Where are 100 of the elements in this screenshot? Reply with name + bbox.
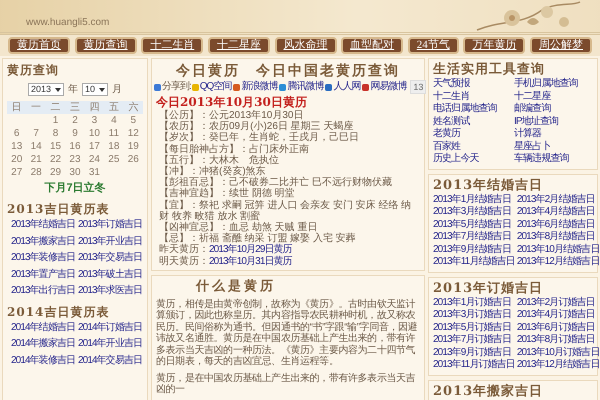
calendar-link[interactable]: 2014年结婚吉日: [11, 320, 76, 336]
calendar-day[interactable]: 24: [84, 153, 104, 166]
calendar-day[interactable]: 20: [7, 153, 26, 166]
calendar-day[interactable]: 17: [84, 140, 104, 153]
nav-button[interactable]: 风水命理: [274, 37, 336, 54]
tool-link[interactable]: 十二生肖: [433, 90, 512, 103]
date-link[interactable]: 2013年7月结婚吉日: [433, 231, 515, 244]
date-link[interactable]: 2013年12月结婚吉日: [516, 256, 600, 268]
calendar-day[interactable]: 15: [46, 140, 66, 153]
calendar-day[interactable]: 2: [65, 114, 85, 127]
date-link[interactable]: 2013年10月结婚吉日: [516, 244, 600, 256]
calendar-link[interactable]: 2014年搬家吉日: [11, 336, 76, 352]
tool-link[interactable]: 老黄历: [433, 128, 512, 140]
calendar-day[interactable]: 16: [65, 140, 85, 153]
calendar-day[interactable]: 30: [65, 166, 85, 179]
year-select[interactable]: 2013: [28, 83, 64, 96]
tool-link[interactable]: IP地址查询: [514, 116, 593, 128]
date-link[interactable]: 2013年3月订婚吉日: [433, 309, 515, 322]
tool-link[interactable]: 百家姓: [433, 140, 512, 153]
calendar-day[interactable]: 1: [46, 114, 66, 127]
date-link[interactable]: 2013年4月订婚吉日: [516, 309, 600, 322]
nav-button[interactable]: 万年黄历: [463, 37, 526, 54]
tool-link[interactable]: 星座占卜: [514, 140, 593, 153]
calendar-link[interactable]: 2014年装修吉日: [11, 352, 76, 369]
calendar-day[interactable]: 11: [104, 127, 124, 140]
date-link[interactable]: 2013年2月订婚吉日: [516, 296, 600, 309]
day-link[interactable]: 2013年10月29日黄历: [209, 244, 292, 256]
calendar-link[interactable]: 2013年订婚吉日: [78, 217, 143, 234]
nav-button[interactable]: 24节气: [408, 37, 459, 54]
date-link[interactable]: 2013年6月订婚吉日: [516, 322, 600, 334]
date-link[interactable]: 2013年4月结婚吉日: [516, 206, 600, 218]
nav-button[interactable]: 周公解梦: [530, 37, 592, 54]
tool-link[interactable]: 历史上今天: [433, 153, 512, 166]
date-link[interactable]: 2013年11月订婚吉日: [433, 359, 515, 372]
date-link[interactable]: 2013年12月结婚吉日: [516, 359, 600, 372]
calendar-link[interactable]: 2014年开业吉日: [78, 336, 143, 352]
tool-link[interactable]: 车辆违规查询: [514, 153, 593, 166]
day-link[interactable]: 2013年10月31日黄历: [209, 256, 292, 267]
tool-link[interactable]: 手机归属地查询: [514, 78, 593, 90]
calendar-day[interactable]: 12: [124, 127, 143, 140]
calendar-day[interactable]: 9: [65, 127, 85, 140]
nav-button[interactable]: 血型配对: [341, 37, 404, 54]
tool-link[interactable]: 邮编查询: [514, 103, 593, 116]
date-link[interactable]: 2013年8月结婚吉日: [516, 231, 600, 244]
nav-button[interactable]: 黄历查询: [74, 37, 137, 54]
share-link[interactable]: 网易微博: [370, 80, 406, 94]
calendar-day[interactable]: 10: [84, 127, 104, 140]
calendar-day[interactable]: 28: [26, 166, 46, 179]
calendar-day[interactable]: 27: [7, 166, 26, 179]
nav-button[interactable]: 十二星座: [208, 37, 270, 54]
calendar-day[interactable]: 13: [7, 140, 26, 153]
calendar-link[interactable]: 2013年开业吉日: [78, 234, 143, 250]
calendar-day[interactable]: 4: [104, 114, 124, 127]
tool-link[interactable]: 天气预报: [433, 78, 512, 90]
calendar-day[interactable]: 31: [84, 166, 104, 179]
calendar-day[interactable]: 19: [124, 140, 143, 153]
calendar-day[interactable]: 3: [84, 114, 104, 127]
calendar-day[interactable]: 8: [46, 127, 66, 140]
calendar-day[interactable]: 7: [26, 127, 46, 140]
date-link[interactable]: 2013年9月订婚吉日: [433, 346, 515, 359]
date-link[interactable]: 2013年10月订婚吉日: [516, 346, 600, 359]
date-link[interactable]: 2013年8月订婚吉日: [516, 334, 600, 346]
calendar-day[interactable]: 26: [124, 153, 143, 166]
calendar-link[interactable]: 2013年交易吉日: [78, 250, 143, 266]
share-link[interactable]: 人人网: [333, 80, 360, 94]
date-link[interactable]: 2013年7月订婚吉日: [433, 334, 515, 346]
calendar-link[interactable]: 2013年结婚吉日: [11, 217, 76, 234]
nav-button[interactable]: 黄历首页: [8, 37, 70, 54]
tool-link[interactable]: 姓名测试: [433, 116, 512, 128]
date-link[interactable]: 2013年5月订婚吉日: [433, 322, 515, 334]
calendar-link[interactable]: 2013年置产吉日: [11, 266, 76, 283]
month-select[interactable]: 10: [82, 83, 108, 96]
tool-link[interactable]: 十二星座: [514, 90, 593, 103]
tool-link[interactable]: 电话归属地查询: [433, 103, 512, 116]
calendar-day[interactable]: 5: [124, 114, 143, 127]
calendar-link[interactable]: 2014年订婚吉日: [78, 320, 143, 336]
share-link[interactable]: 新浪微博: [241, 80, 278, 94]
date-link[interactable]: 2013年6月结婚吉日: [516, 218, 600, 231]
nav-button[interactable]: 十二生肖: [141, 37, 204, 54]
calendar-link[interactable]: 2014年交易吉日: [78, 352, 143, 369]
calendar-day[interactable]: 21: [26, 153, 46, 166]
calendar-day[interactable]: 6: [7, 127, 26, 140]
date-link[interactable]: 2013年9月结婚吉日: [433, 244, 515, 256]
date-link[interactable]: 2013年1月结婚吉日: [433, 194, 515, 206]
calendar-link[interactable]: 2013年搬家吉日: [11, 234, 76, 250]
date-link[interactable]: 2013年2月结婚吉日: [516, 194, 600, 206]
calendar-link[interactable]: 2013年求医吉日: [78, 283, 143, 300]
date-link[interactable]: 2013年3月结婚吉日: [433, 206, 515, 218]
calendar-day[interactable]: 14: [26, 140, 46, 153]
calendar-day[interactable]: 18: [104, 140, 124, 153]
tool-link[interactable]: 计算器: [514, 128, 593, 140]
date-link[interactable]: 2013年5月结婚吉日: [433, 218, 515, 231]
calendar-day[interactable]: 25: [104, 153, 124, 166]
date-link[interactable]: 2013年1月订婚吉日: [433, 296, 515, 309]
calendar-day[interactable]: 23: [65, 153, 85, 166]
calendar-link[interactable]: 2013年破土吉日: [78, 266, 143, 283]
share-link[interactable]: 腾讯微博: [287, 80, 324, 94]
calendar-link[interactable]: 2013年出行吉日: [11, 283, 76, 300]
date-link[interactable]: 2013年11月结婚吉日: [433, 256, 515, 268]
calendar-link[interactable]: 2013年装修吉日: [11, 250, 76, 266]
